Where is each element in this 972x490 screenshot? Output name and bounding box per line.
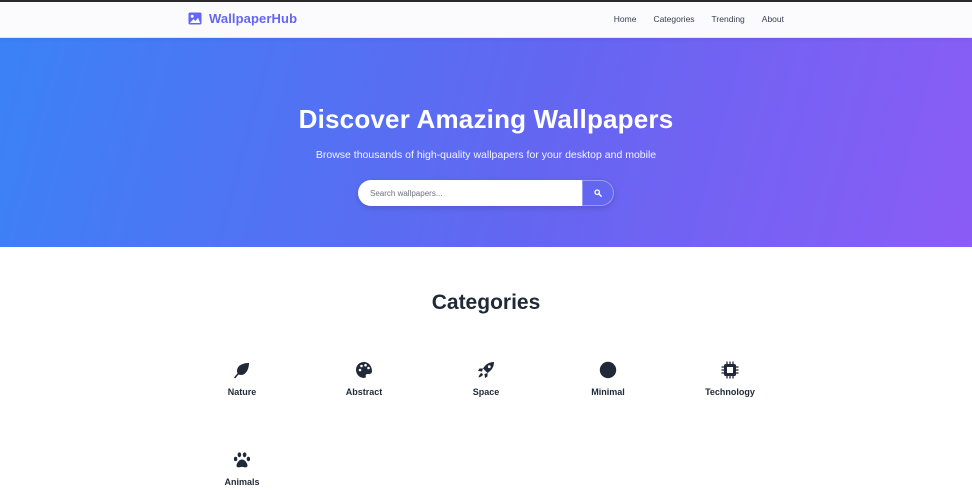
search-button[interactable]: [582, 180, 614, 206]
category-minimal[interactable]: Minimal: [563, 361, 653, 397]
nav-link-trending[interactable]: Trending: [712, 14, 745, 24]
circle-icon: [599, 361, 617, 379]
hero-subtitle: Browse thousands of high-quality wallpap…: [315, 149, 657, 161]
category-label: Minimal: [591, 387, 625, 397]
hero-title: Discover Amazing Wallpapers: [298, 104, 674, 134]
nav-links: Home Categories Trending About: [614, 14, 784, 24]
hero-section: Discover Amazing Wallpapers Browse thous…: [0, 38, 972, 247]
nav-link-categories[interactable]: Categories: [653, 14, 694, 24]
search-bar: [358, 180, 614, 206]
search-icon: [594, 189, 602, 197]
nav-link-about[interactable]: About: [762, 14, 784, 24]
category-label: Space: [472, 387, 500, 397]
category-technology[interactable]: Technology: [685, 361, 775, 397]
category-animals[interactable]: Animals: [197, 451, 287, 487]
search-input[interactable]: [358, 180, 582, 206]
categories-title: Categories: [431, 291, 541, 314]
paw-icon: [233, 452, 251, 468]
category-abstract[interactable]: Abstract: [319, 361, 409, 397]
leaf-icon: [234, 363, 249, 379]
brand-name: WallpaperHub: [209, 11, 298, 26]
brand-logo[interactable]: WallpaperHub: [188, 11, 297, 26]
navbar: WallpaperHub Home Categories Trending Ab…: [0, 2, 972, 38]
category-label: Technology: [705, 387, 755, 397]
category-nature[interactable]: Nature: [197, 361, 287, 397]
image-icon: [188, 12, 202, 25]
nav-link-home[interactable]: Home: [614, 14, 637, 24]
rocket-icon: [478, 362, 494, 378]
microchip-icon: [721, 361, 739, 379]
category-label: Abstract: [345, 387, 383, 397]
category-label: Animals: [224, 477, 260, 487]
category-space[interactable]: Space: [441, 361, 531, 397]
palette-icon: [356, 362, 372, 378]
category-label: Nature: [227, 387, 257, 397]
